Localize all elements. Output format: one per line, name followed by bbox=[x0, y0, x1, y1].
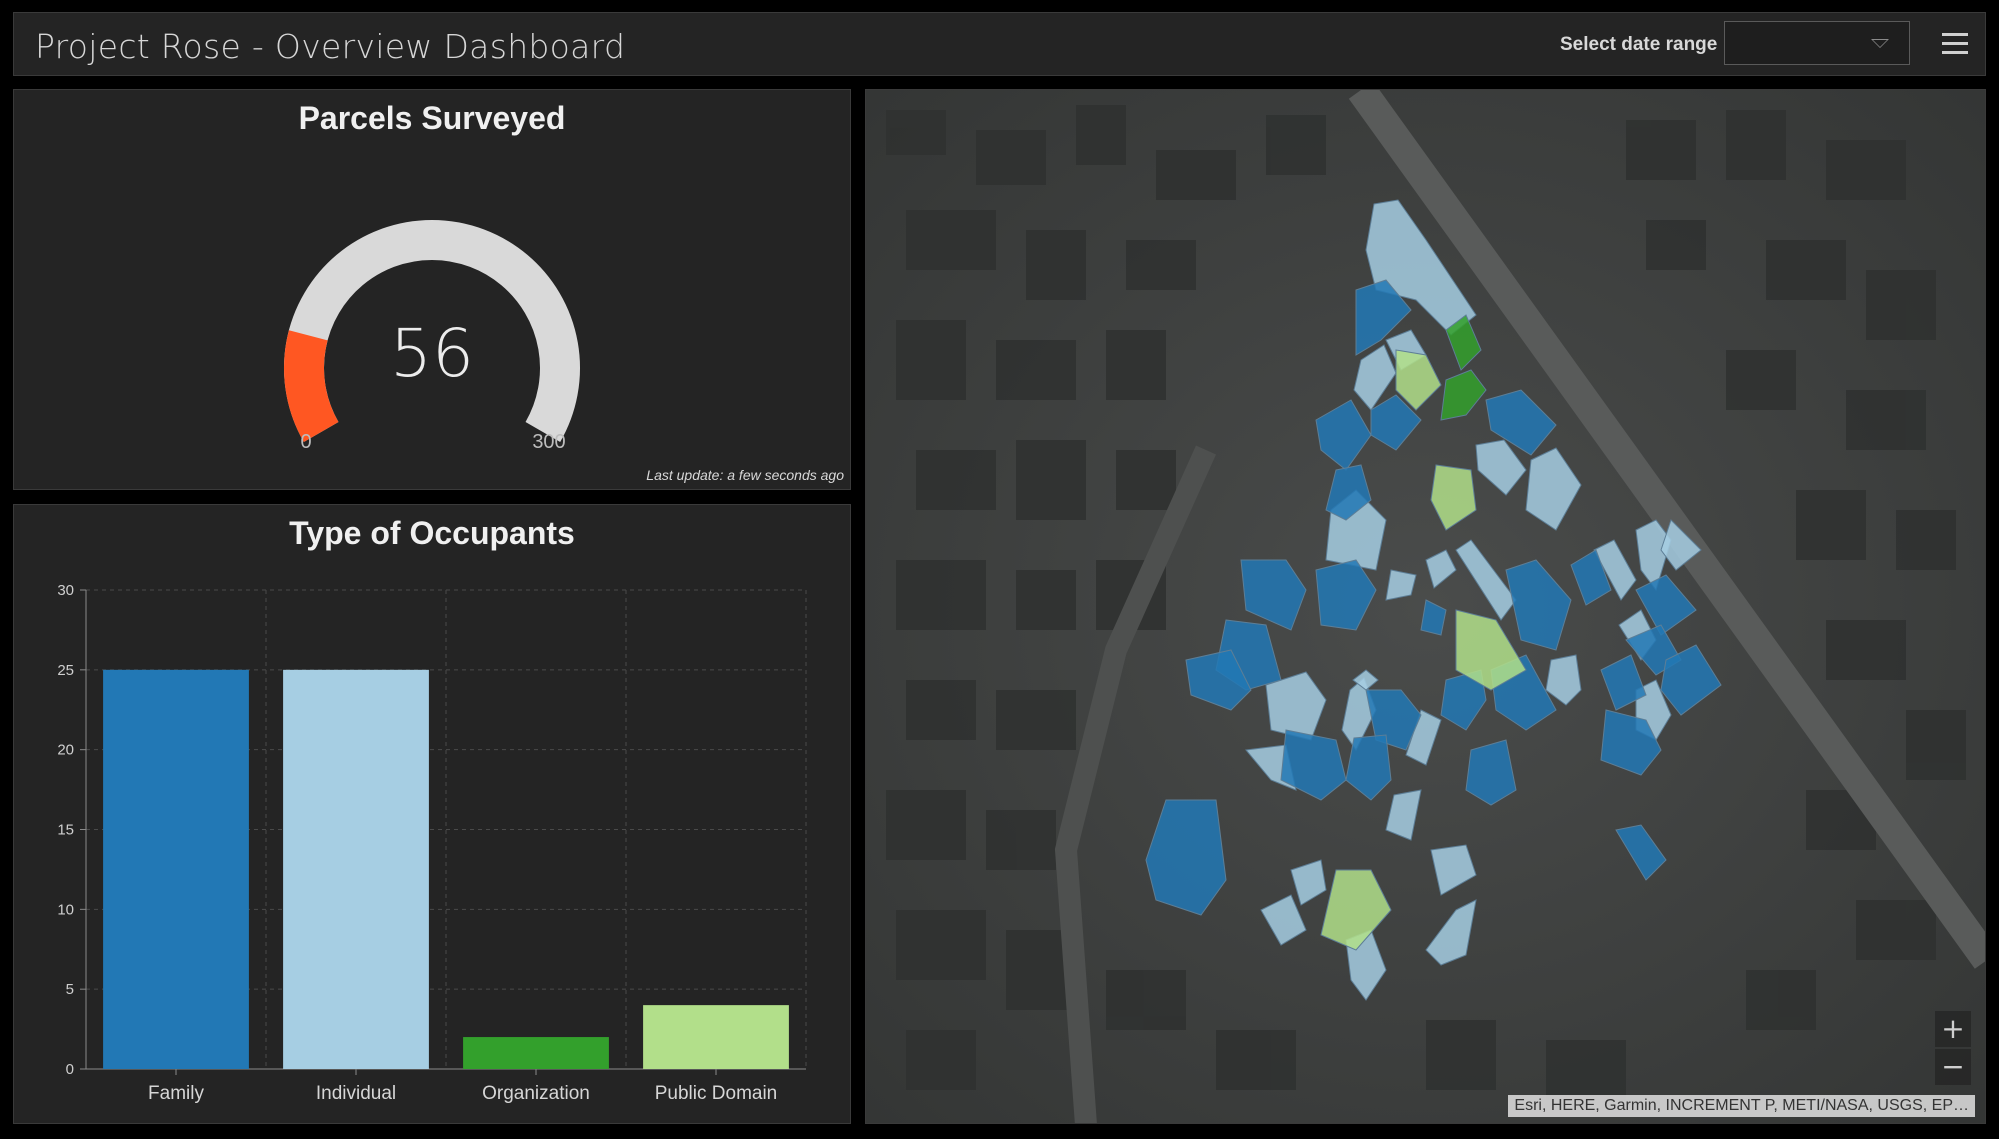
x-tick-label: Individual bbox=[316, 1083, 396, 1104]
parcels-surveyed-panel: Parcels Surveyed 56 0 300 Last update: a… bbox=[13, 89, 851, 490]
y-tick-label: 25 bbox=[57, 662, 74, 679]
map-view[interactable]: + − Esri, HERE, Garmin, INCREMENT P, MET… bbox=[865, 89, 1986, 1124]
bar-chart: 0 5 10 15 20 25 30 Family Individual Organization… bbox=[57, 582, 807, 1104]
y-tick-label: 15 bbox=[57, 822, 74, 839]
gauge-value: 56 bbox=[390, 315, 474, 392]
x-tick-label: Organization bbox=[482, 1083, 590, 1104]
bar bbox=[283, 669, 429, 1069]
type-of-occupants-panel: Type of Occupants 0 5 10 15 20 25 30 Family Indi… bbox=[13, 504, 851, 1124]
y-tick-label: 20 bbox=[57, 742, 74, 759]
page-title: Project Rose - Overview Dashboard bbox=[35, 27, 626, 66]
gauge-min-label: 0 bbox=[300, 431, 311, 453]
y-tick-label: 30 bbox=[57, 582, 74, 599]
chevron-down-icon bbox=[1871, 39, 1889, 48]
gauge: 56 0 300 bbox=[284, 220, 580, 453]
last-update-text: Last update: a few seconds ago bbox=[646, 467, 844, 483]
y-tick-label: 10 bbox=[57, 901, 74, 918]
y-tick-label: 0 bbox=[66, 1061, 74, 1078]
zoom-in-button[interactable]: + bbox=[1935, 1011, 1971, 1047]
x-tick-label: Family bbox=[148, 1083, 204, 1104]
dashboard-header: Project Rose - Overview Dashboard Select… bbox=[13, 12, 1986, 76]
x-tick-label: Public Domain bbox=[655, 1083, 778, 1104]
gauge-fill bbox=[284, 330, 339, 442]
hamburger-menu-icon[interactable] bbox=[1942, 31, 1970, 55]
bar bbox=[463, 1037, 609, 1069]
zoom-out-button[interactable]: − bbox=[1935, 1049, 1971, 1085]
bar bbox=[103, 669, 249, 1069]
map-attribution: Esri, HERE, Garmin, INCREMENT P, METI/NA… bbox=[1508, 1095, 1975, 1117]
satellite-basemap bbox=[866, 90, 1985, 1123]
y-tick-label: 5 bbox=[66, 981, 74, 998]
date-range-label: Select date range bbox=[1560, 34, 1718, 55]
gauge-max-label: 300 bbox=[532, 431, 565, 453]
date-range-select[interactable] bbox=[1724, 21, 1910, 65]
bar bbox=[643, 1005, 789, 1069]
